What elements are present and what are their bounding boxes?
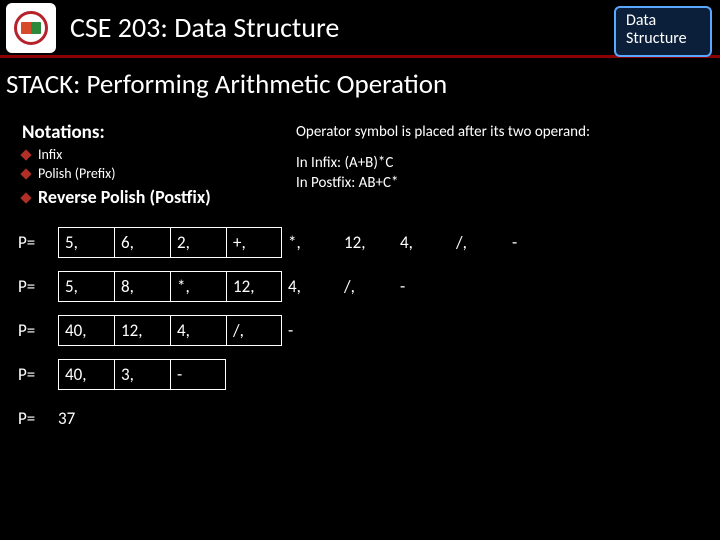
stack-cell: 12, [114,315,170,346]
example-infix: In Infix: (A+B)*C [296,153,590,173]
token-cell: /, [450,228,506,257]
result-row: P= 37 [18,400,720,438]
badge-line2: Structure [626,30,700,48]
stack-cell: 5, [58,271,114,302]
eval-row: P=40,3,- [18,356,720,394]
course-title: CSE 203: Data Structure [70,10,339,45]
boxed-cells: 40,3,- [58,359,226,390]
example-postfix: In Postfix: AB+C* [296,173,590,193]
explanation-desc: Operator symbol is placed after its two … [296,123,590,141]
stack-cell: - [170,359,226,390]
row-label: P= [18,276,58,297]
token-cell: 4, [282,272,338,301]
bullet-infix: Infix [22,146,290,165]
token-cell: *, [282,228,338,257]
token-cell: 4, [394,228,450,257]
logo-book-icon [21,22,41,34]
logo-ring-icon [14,11,48,45]
token-cell: /, [338,272,394,301]
token-cell: - [282,316,338,345]
university-logo [6,3,56,53]
stack-cell: 3, [114,359,170,390]
stack-cell: 40, [58,359,114,390]
stack-cell: 12, [226,271,282,302]
header-bar: CSE 203: Data Structure Data Structure [0,0,720,58]
token-cell: - [506,228,562,257]
stack-cell: 4, [170,315,226,346]
result-value: 37 [58,404,81,433]
row-label: P= [18,364,58,385]
notations-heading: Notations: [22,121,290,144]
evaluation-steps: P=5,6,2,+,*,12,4,/,-P=5,8,*,12,4,/,-P=40… [0,208,720,438]
notations-block: Notations: Infix Polish (Prefix) Reverse… [22,121,290,208]
bullet-reverse-polish: Reverse Polish (Postfix) [22,186,211,208]
token-cell: - [394,272,450,301]
stack-cell: 5, [58,227,114,258]
eval-row: P=40,12,4,/,- [18,312,720,350]
stack-cell: /, [226,315,282,346]
stack-cell: 6, [114,227,170,258]
eval-row: P=5,6,2,+,*,12,4,/,- [18,224,720,262]
course-badge: Data Structure [614,6,712,57]
stack-cell: 40, [58,315,114,346]
boxed-cells: 5,8,*,12, [58,271,282,302]
content-area: Notations: Infix Polish (Prefix) Reverse… [0,101,720,208]
boxed-cells: 5,6,2,+, [58,227,282,258]
row-label: P= [18,232,58,253]
boxed-cells: 40,12,4,/, [58,315,282,346]
stack-cell: 8, [114,271,170,302]
stack-cell: +, [226,227,282,258]
badge-line1: Data [626,12,700,30]
token-cell: 12, [338,228,394,257]
stack-cell: 2, [170,227,226,258]
notation-bullets: Infix Polish (Prefix) [22,146,290,184]
stack-cell: *, [170,271,226,302]
slide-title: STACK: Performing Arithmetic Operation [6,68,720,101]
bullet-polish: Polish (Prefix) [22,165,290,184]
row-label: P= [18,320,58,341]
result-label: P= [18,408,58,429]
eval-row: P=5,8,*,12,4,/,- [18,268,720,306]
explanation-block: Operator symbol is placed after its two … [296,121,590,208]
